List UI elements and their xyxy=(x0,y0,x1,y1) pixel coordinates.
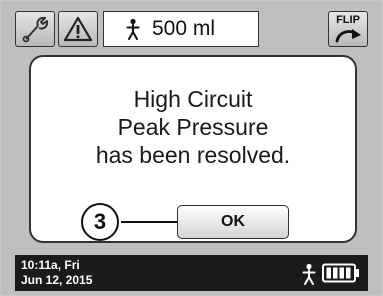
flip-button[interactable]: FLIP xyxy=(328,11,368,47)
wrench-icon xyxy=(22,16,49,43)
message-line-2: Peak Pressure xyxy=(117,114,269,140)
message-line-3: has been resolved. xyxy=(95,142,291,168)
device-screen: 500 ml FLIP High Circuit Peak Pressure h… xyxy=(0,0,383,296)
alarm-button[interactable] xyxy=(58,11,98,47)
alarm-resolved-dialog: High Circuit Peak Pressure has been reso… xyxy=(29,55,357,243)
volume-status: 500 ml xyxy=(103,11,259,47)
battery-icon xyxy=(322,263,360,288)
person-icon xyxy=(302,263,316,290)
ok-button[interactable]: OK xyxy=(177,205,289,239)
rotate-arrow-icon xyxy=(335,29,361,43)
flip-label: FLIP xyxy=(336,14,360,26)
top-bar: 500 ml FLIP xyxy=(15,11,368,49)
time-text: 10:11a, Fri xyxy=(21,258,80,272)
patient-person-icon xyxy=(126,18,140,40)
dialog-message: High Circuit Peak Pressure has been reso… xyxy=(31,85,355,169)
callout-marker: 3 xyxy=(81,203,119,241)
settings-button[interactable] xyxy=(15,11,55,47)
callout-leader-line xyxy=(121,221,179,223)
date-text: Jun 12, 2015 xyxy=(21,273,93,287)
datetime: 10:11a, Fri Jun 12, 2015 xyxy=(21,258,92,288)
volume-value: 500 ml xyxy=(152,17,216,40)
message-line-1: High Circuit xyxy=(133,86,253,112)
warning-triangle-icon xyxy=(63,16,93,42)
status-footer: 10:11a, Fri Jun 12, 2015 xyxy=(15,255,368,291)
